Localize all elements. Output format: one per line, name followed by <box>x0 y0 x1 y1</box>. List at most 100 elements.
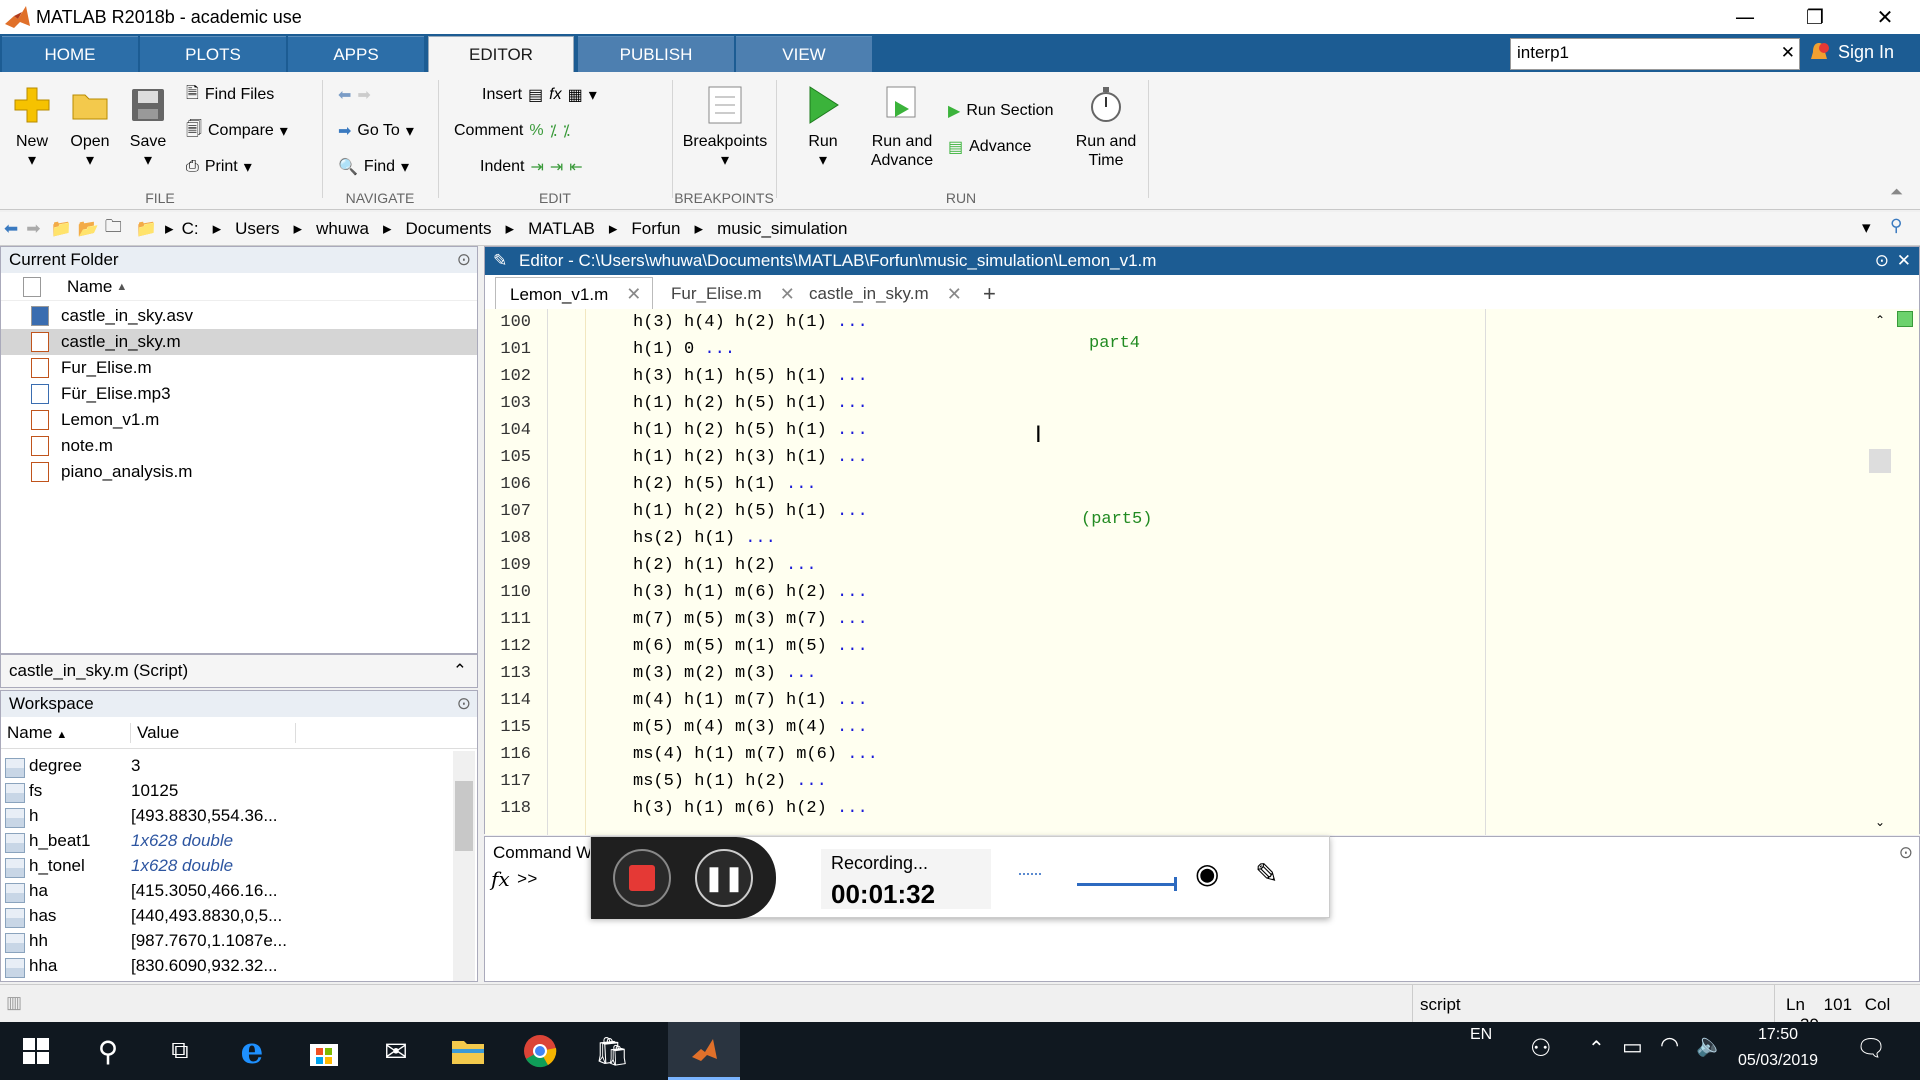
run-and-time-button[interactable]: Run and Time <box>1068 84 1144 170</box>
line-number[interactable]: 112 <box>485 637 531 656</box>
matlab-taskbar-icon[interactable] <box>668 1022 740 1080</box>
file-explorer-icon[interactable] <box>432 1022 504 1080</box>
close-button[interactable]: ✕ <box>1850 0 1920 34</box>
up-folder-icon[interactable]: 📁 <box>51 219 72 239</box>
documentation-search-input[interactable]: interp1 ✕ <box>1510 38 1800 70</box>
line-number[interactable]: 111 <box>485 610 531 629</box>
file-row[interactable]: castle_in_sky.asv <box>1 303 477 329</box>
line-number[interactable]: 101 <box>485 340 531 359</box>
collapse-ribbon-icon[interactable]: ⏶ <box>1890 184 1903 202</box>
line-number[interactable]: 105 <box>485 448 531 467</box>
workspace-name-header[interactable]: Name ▲ <box>1 722 131 743</box>
panel-menu-icon[interactable]: ⊙ <box>457 694 471 714</box>
forward-icon[interactable]: ➡ <box>26 219 40 239</box>
path-part-user[interactable]: whuwa <box>316 219 369 239</box>
clock-date[interactable]: 05/03/2019 <box>1728 1052 1828 1070</box>
tab-view[interactable]: VIEW <box>736 36 872 72</box>
volume-slider[interactable] <box>1077 877 1177 891</box>
new-button[interactable]: New ▾ <box>10 84 54 170</box>
workspace-variable-row[interactable]: hha [830.6090,932.32... <box>1 953 451 978</box>
tab-publish[interactable]: PUBLISH <box>578 36 734 72</box>
workspace-variable-row[interactable]: ha [415.3050,466.16... <box>1 878 451 903</box>
line-number[interactable]: 102 <box>485 367 531 386</box>
search-icon[interactable]: ⚲ <box>72 1022 144 1080</box>
print-button[interactable]: ⎙ Print ▾ <box>186 154 252 180</box>
line-number[interactable]: 109 <box>485 556 531 575</box>
code-area[interactable]: 100 h(3) h(4) h(2) h(1) ... 101 h(1) 0 ... 1… <box>485 309 1919 835</box>
back-icon[interactable]: ⬅ <box>4 219 18 239</box>
workspace-variable-row[interactable]: fs 10125 <box>1 778 451 803</box>
line-number[interactable]: 108 <box>485 529 531 548</box>
find-button[interactable]: 🔍 Find ▾ <box>338 154 409 180</box>
file-row[interactable]: Für_Elise.mp3 <box>1 381 477 407</box>
back-forward-buttons[interactable]: ⬅ ➡ <box>338 82 371 108</box>
minimize-button[interactable]: — <box>1710 0 1780 34</box>
windows-start-icon[interactable] <box>0 1022 72 1080</box>
tab-apps[interactable]: APPS <box>288 36 424 72</box>
file-row[interactable]: Lemon_v1.m <box>1 407 477 433</box>
file-row[interactable]: Fur_Elise.m <box>1 355 477 381</box>
pen-icon[interactable]: ✎ <box>1255 857 1278 890</box>
editor-actions-icon[interactable]: ⊙ <box>1875 251 1889 271</box>
scroll-up-icon[interactable]: ⌃ <box>1875 313 1885 327</box>
edge-browser-icon[interactable]: e <box>216 1022 288 1080</box>
app-bag-icon[interactable]: 🛍 <box>576 1022 648 1080</box>
browse-folder-icon[interactable]: 📂 <box>78 219 99 239</box>
sign-in-link[interactable]: Sign In <box>1838 42 1894 63</box>
show-hidden-icons-icon[interactable]: ⌃ <box>1588 1036 1605 1061</box>
volume-slider-handle[interactable] <box>1174 877 1177 891</box>
run-button[interactable]: Run ▾ <box>798 84 848 170</box>
comment-button[interactable]: Comment% ⁒ ⁒ <box>454 118 570 144</box>
save-button[interactable]: Save ▾ <box>126 84 170 170</box>
run-and-advance-button[interactable]: Run and Advance <box>862 84 942 170</box>
line-number[interactable]: 113 <box>485 664 531 683</box>
path-part-matlab[interactable]: MATLAB <box>528 219 595 239</box>
volume-icon[interactable]: 🔈 <box>1696 1032 1723 1058</box>
path-part-music-simulation[interactable]: music_simulation <box>717 219 847 239</box>
workspace-scrollbar[interactable] <box>453 751 475 981</box>
close-tab-icon[interactable]: ✕ <box>947 284 962 305</box>
line-number[interactable]: 114 <box>485 691 531 710</box>
open-button[interactable]: Open ▾ <box>68 84 112 170</box>
chrome-icon[interactable] <box>504 1022 576 1080</box>
file-row[interactable]: piano_analysis.m <box>1 459 477 485</box>
action-center-icon[interactable]: 🗨 <box>1856 1034 1886 1063</box>
task-view-icon[interactable]: ⧉ <box>144 1022 216 1080</box>
editor-close-icon[interactable]: ✕ <box>1897 251 1911 271</box>
editor-tab-castle[interactable]: castle_in_sky.m ✕ <box>795 277 963 311</box>
editor-tab-lemon[interactable]: Lemon_v1.m ✕ <box>495 277 653 311</box>
workspace-value-header[interactable]: Value <box>131 722 296 743</box>
pause-record-button[interactable]: ❚❚ <box>695 849 753 907</box>
go-to-button[interactable]: ➡ Go To ▾ <box>338 118 414 144</box>
editor-tab-fur-elise[interactable]: Fur_Elise.m ✕ <box>657 277 795 311</box>
scrollbar-thumb[interactable] <box>455 781 473 851</box>
close-tab-icon[interactable]: ✕ <box>626 284 641 305</box>
panel-menu-icon[interactable]: ⊙ <box>1899 843 1913 863</box>
people-icon[interactable]: ⚇ <box>1530 1034 1552 1063</box>
wifi-icon[interactable]: ◠ <box>1660 1032 1679 1058</box>
collapse-details-icon[interactable]: ⌃ <box>453 661 467 681</box>
file-details-bar[interactable]: castle_in_sky.m (Script) ⌃ <box>0 654 478 688</box>
input-language[interactable]: EN <box>1470 1026 1492 1044</box>
workspace-variable-row[interactable]: h_beat1 1x628 double <box>1 828 451 853</box>
add-tab-button[interactable]: + <box>969 277 1009 311</box>
tab-plots[interactable]: PLOTS <box>140 36 286 72</box>
file-row-selected[interactable]: castle_in_sky.m <box>1 329 477 355</box>
path-part-forfun[interactable]: Forfun <box>631 219 680 239</box>
workspace-variable-row[interactable]: h_tonel 1x628 double <box>1 853 451 878</box>
stop-record-button[interactable] <box>613 849 671 907</box>
code-analyzer-status-icon[interactable] <box>1897 311 1913 327</box>
line-number[interactable]: 118 <box>485 799 531 818</box>
line-number[interactable]: 116 <box>485 745 531 764</box>
tab-editor[interactable]: EDITOR <box>428 36 574 72</box>
notification-bell-icon[interactable] <box>1808 40 1830 68</box>
panel-menu-icon[interactable]: ⊙ <box>457 250 471 270</box>
file-list-header[interactable]: Name ▲ <box>1 273 477 301</box>
fx-icon[interactable]: fx <box>491 867 510 891</box>
store-icon[interactable] <box>288 1022 360 1080</box>
indent-button[interactable]: Indent ⇥ ⇥ ⇤ <box>480 154 583 180</box>
line-number[interactable]: 115 <box>485 718 531 737</box>
path-part-users[interactable]: Users <box>235 219 279 239</box>
path-part-drive[interactable]: C: <box>182 219 199 239</box>
search-clear-icon[interactable]: ✕ <box>1781 43 1795 63</box>
